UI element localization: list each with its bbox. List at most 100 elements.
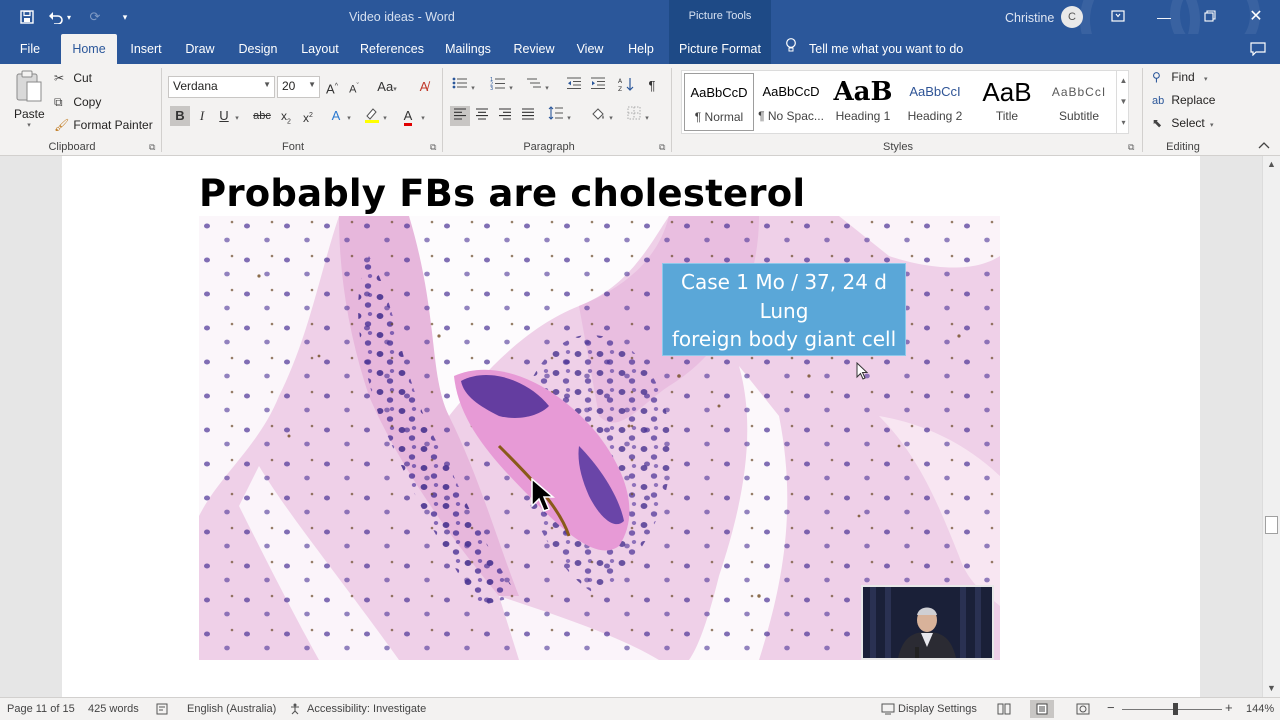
- minimize-icon[interactable]: —: [1150, 6, 1178, 28]
- save-icon[interactable]: [18, 8, 36, 26]
- tab-file[interactable]: File: [10, 34, 50, 64]
- underline-button[interactable]: U: [214, 106, 234, 126]
- multilevel-list-icon[interactable]: [524, 76, 544, 96]
- replace-button[interactable]: ab Replace: [1152, 93, 1215, 107]
- tab-design[interactable]: Design: [233, 34, 283, 64]
- bold-button[interactable]: B: [170, 106, 190, 126]
- tab-mailings[interactable]: Mailings: [440, 34, 496, 64]
- change-case-icon[interactable]: Aa▾: [372, 77, 402, 97]
- zoom-in-icon[interactable]: +: [1225, 700, 1233, 715]
- zoom-slider-thumb[interactable]: [1173, 703, 1178, 715]
- decrease-indent-icon[interactable]: [564, 76, 584, 96]
- style-normal[interactable]: AaBbCcD ¶ Normal: [684, 73, 754, 131]
- language-indicator[interactable]: English (Australia): [187, 703, 276, 715]
- accessibility-status[interactable]: Accessibility: Investigate: [307, 703, 426, 715]
- gallery-more-icon[interactable]: ▾: [1117, 112, 1130, 133]
- zoom-level[interactable]: 144%: [1246, 703, 1274, 715]
- bullets-icon[interactable]: [450, 76, 470, 96]
- document-heading[interactable]: Probably FBs are cholesterol: [199, 172, 805, 215]
- display-settings-icon[interactable]: [881, 703, 895, 718]
- shrink-font-icon[interactable]: Aˇ: [344, 77, 364, 97]
- bullets-dropdown-icon[interactable]: ▾: [468, 76, 478, 96]
- zoom-out-icon[interactable]: −: [1107, 700, 1115, 715]
- collapse-ribbon-icon[interactable]: [1258, 140, 1270, 152]
- read-mode-icon[interactable]: [997, 703, 1011, 718]
- user-name[interactable]: Christine: [1005, 11, 1054, 25]
- tab-references[interactable]: References: [357, 34, 427, 64]
- highlight-icon[interactable]: [362, 106, 382, 126]
- copy-button[interactable]: ⧉ Copy: [54, 95, 101, 110]
- font-color-icon[interactable]: A: [398, 106, 418, 126]
- style-subtitle[interactable]: AaBbCcI Subtitle: [1044, 73, 1114, 131]
- customize-toolbar-icon[interactable]: ▾: [116, 8, 134, 26]
- scroll-down-icon[interactable]: ▼: [1267, 683, 1276, 693]
- accessibility-icon[interactable]: [289, 703, 303, 718]
- style-title[interactable]: AaB Title: [972, 73, 1042, 131]
- print-layout-icon[interactable]: [1030, 700, 1054, 718]
- page-indicator[interactable]: Page 11 of 15: [7, 703, 75, 715]
- tab-home[interactable]: Home: [61, 34, 117, 64]
- clipboard-launcher-icon[interactable]: ⧉: [149, 142, 155, 153]
- vertical-scrollbar[interactable]: ▲ ▼: [1262, 156, 1280, 697]
- styles-launcher-icon[interactable]: ⧉: [1128, 142, 1134, 153]
- strikethrough-button[interactable]: abc: [252, 106, 272, 126]
- tab-layout[interactable]: Layout: [296, 34, 344, 64]
- find-button[interactable]: ⚲ Find ▾: [1152, 70, 1208, 84]
- tab-review[interactable]: Review: [509, 34, 559, 64]
- superscript-button[interactable]: x2: [298, 106, 318, 126]
- shading-icon[interactable]: [588, 106, 608, 126]
- tab-help[interactable]: Help: [621, 34, 661, 64]
- font-name-box[interactable]: Verdana ▼: [168, 76, 275, 98]
- format-painter-button[interactable]: 🖌 Format Painter: [54, 118, 153, 132]
- display-settings-label[interactable]: Display Settings: [898, 703, 977, 715]
- font-size-box[interactable]: 20 ▼: [277, 76, 320, 98]
- grow-font-icon[interactable]: A^: [322, 77, 342, 97]
- font-color-dropdown-icon[interactable]: ▾: [418, 106, 428, 126]
- justify-button[interactable]: [518, 106, 538, 126]
- undo-icon[interactable]: [47, 8, 65, 26]
- web-layout-icon[interactable]: [1076, 703, 1090, 718]
- tab-draw[interactable]: Draw: [180, 34, 220, 64]
- shading-dropdown-icon[interactable]: ▾: [606, 106, 616, 126]
- word-count[interactable]: 425 words: [88, 703, 139, 715]
- align-right-button[interactable]: [495, 106, 515, 126]
- show-formatting-marks-icon[interactable]: ¶: [642, 76, 662, 96]
- style-heading-2[interactable]: AaBbCcI Heading 2: [900, 73, 970, 131]
- sort-icon[interactable]: AZ: [616, 76, 636, 96]
- scroll-up-icon[interactable]: ▲: [1267, 159, 1276, 169]
- align-left-button[interactable]: [450, 106, 470, 126]
- subscript-button[interactable]: x2: [276, 106, 296, 126]
- cut-button[interactable]: ✂ Cut: [54, 71, 92, 85]
- clear-formatting-icon[interactable]: A̸: [414, 77, 434, 97]
- tell-me-search[interactable]: Tell me what you want to do: [785, 34, 963, 64]
- gallery-up-icon[interactable]: ▲: [1117, 70, 1130, 91]
- borders-icon[interactable]: [624, 106, 644, 126]
- font-launcher-icon[interactable]: ⧉: [430, 142, 436, 153]
- numbering-dropdown-icon[interactable]: ▾: [506, 76, 516, 96]
- select-button[interactable]: ⬉ Select ▾: [1152, 116, 1214, 130]
- text-effects-icon[interactable]: A: [326, 106, 346, 126]
- tab-picture-format[interactable]: Picture Format: [669, 34, 771, 64]
- highlight-dropdown-icon[interactable]: ▾: [380, 106, 390, 126]
- paste-dropdown-icon[interactable]: ▾: [14, 121, 44, 129]
- italic-button[interactable]: I: [192, 106, 212, 126]
- tab-view[interactable]: View: [572, 34, 608, 64]
- undo-dropdown-icon[interactable]: ▾: [64, 8, 74, 26]
- text-effects-dropdown-icon[interactable]: ▾: [344, 106, 354, 126]
- paste-button[interactable]: Paste ▾: [14, 70, 45, 138]
- tab-insert[interactable]: Insert: [124, 34, 168, 64]
- zoom-slider-track[interactable]: [1122, 709, 1222, 710]
- line-spacing-dropdown-icon[interactable]: ▾: [564, 106, 574, 126]
- align-center-button[interactable]: [472, 106, 492, 126]
- gallery-down-icon[interactable]: ▼: [1117, 91, 1130, 112]
- restore-icon[interactable]: [1196, 6, 1224, 28]
- style-heading-1[interactable]: AaB Heading 1: [828, 73, 898, 131]
- comments-icon[interactable]: [1246, 34, 1270, 64]
- numbering-icon[interactable]: 123: [488, 76, 508, 96]
- proofing-icon[interactable]: [156, 703, 170, 718]
- paragraph-launcher-icon[interactable]: ⧉: [659, 142, 665, 153]
- line-spacing-icon[interactable]: [546, 106, 566, 126]
- redo-icon[interactable]: ⟳: [86, 8, 104, 26]
- close-icon[interactable]: ✕: [1242, 6, 1270, 28]
- underline-dropdown-icon[interactable]: ▾: [232, 106, 242, 126]
